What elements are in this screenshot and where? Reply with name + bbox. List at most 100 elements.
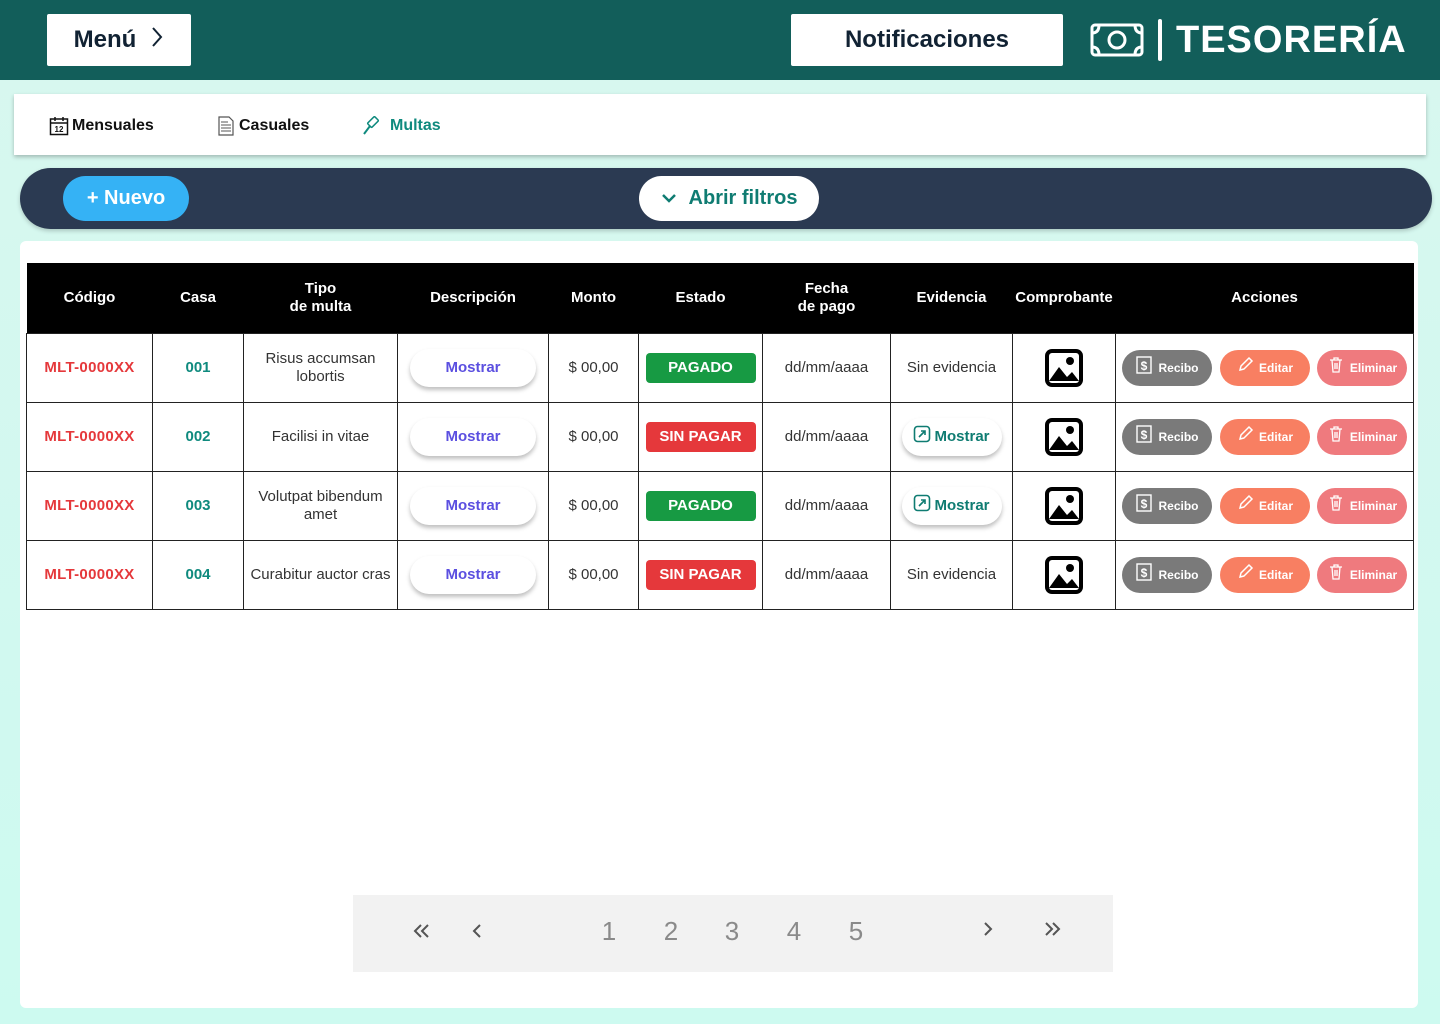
header-fecha[interactable]: Fecha de pago <box>762 263 891 333</box>
delete-button[interactable]: Eliminar <box>1317 418 1407 455</box>
image-icon[interactable] <box>1044 555 1084 594</box>
cell-tipo: Facilisi in vitae <box>243 401 398 472</box>
receipt-icon: $ <box>1135 356 1153 379</box>
edit-button[interactable]: Editar <box>1219 487 1310 524</box>
pagination: 1 2 3 4 5 <box>353 895 1113 972</box>
cell-descripcion: Mostrar <box>397 401 549 472</box>
edit-button[interactable]: Editar <box>1219 349 1310 386</box>
cell-acciones: $ Recibo Editar Eliminar <box>1115 539 1414 610</box>
delete-button[interactable]: Eliminar <box>1317 349 1407 386</box>
status-badge: PAGADO <box>645 490 756 521</box>
fine-type: Risus accumsan lobortis <box>265 349 376 385</box>
description-show-button[interactable]: Mostrar <box>410 486 536 525</box>
receipt-button[interactable]: $ Recibo <box>1122 556 1212 593</box>
tab-mensuales[interactable]: 12 Mensuales <box>49 114 154 138</box>
page-4-button[interactable]: 4 <box>776 913 812 949</box>
open-filters-button[interactable]: Abrir filtros <box>639 176 819 221</box>
amount: $ 00,00 <box>568 427 619 445</box>
house-number: 002 <box>185 427 211 445</box>
evidence-empty-text: Sin evidencia <box>906 358 997 376</box>
double-chevron-right-icon <box>1042 916 1064 947</box>
fine-code: MLT-0000XX <box>44 358 135 376</box>
cell-acciones: $ Recibo Editar Eliminar <box>1115 470 1414 541</box>
evidence-show-button[interactable]: Mostrar <box>901 486 1002 525</box>
cell-descripcion: Mostrar <box>397 470 549 541</box>
header-descripcion[interactable]: Descripción <box>397 263 549 333</box>
table-row: MLT-0000XX 004 Curabitur auctor cras Mos… <box>26 539 1414 610</box>
header-comprobante[interactable]: Comprobante <box>1012 263 1116 333</box>
status-badge: SIN PAGAR <box>645 421 756 452</box>
prev-page-button[interactable] <box>459 915 495 951</box>
page-5-button[interactable]: 5 <box>838 913 874 949</box>
page-1-button[interactable]: 1 <box>591 913 627 949</box>
tab-multas[interactable]: Multas <box>362 114 441 138</box>
cell-tipo: Volutpat bibendum amet <box>243 470 398 541</box>
top-bar: Menú Notificaciones TESORERÍA <box>0 0 1440 80</box>
edit-label: Editar <box>1258 360 1293 375</box>
header-evidencia[interactable]: Evidencia <box>890 263 1013 333</box>
evidence-show-button[interactable]: Mostrar <box>901 417 1002 456</box>
notifications-button[interactable]: Notificaciones <box>791 14 1063 66</box>
last-page-button[interactable] <box>1035 913 1071 949</box>
delete-button[interactable]: Eliminar <box>1317 487 1407 524</box>
header-tipo[interactable]: Tipo de multa <box>243 263 398 333</box>
svg-text:$: $ <box>1141 359 1148 373</box>
description-show-button[interactable]: Mostrar <box>410 555 536 594</box>
row-actions: $ Recibo Editar Eliminar <box>1118 349 1411 386</box>
new-button[interactable]: + Nuevo <box>63 176 189 221</box>
page-3-button[interactable]: 3 <box>714 913 750 949</box>
header-fecha-line1: Fecha <box>804 279 849 297</box>
page-2-button[interactable]: 2 <box>653 913 689 949</box>
receipt-button[interactable]: $ Recibo <box>1122 349 1212 386</box>
delete-label: Eliminar <box>1349 498 1398 513</box>
image-icon[interactable] <box>1044 486 1084 525</box>
cell-monto: $ 00,00 <box>548 470 639 541</box>
image-icon[interactable] <box>1044 417 1084 456</box>
action-bar: + Nuevo Abrir filtros <box>20 168 1432 229</box>
cell-codigo: MLT-0000XX <box>26 401 153 472</box>
cell-comprobante <box>1012 332 1116 403</box>
first-page-button[interactable] <box>403 915 439 951</box>
description-show-button[interactable]: Mostrar <box>410 417 536 456</box>
header-codigo[interactable]: Código <box>26 263 153 333</box>
receipt-button[interactable]: $ Recibo <box>1122 487 1212 524</box>
menu-button[interactable]: Menú <box>47 14 191 66</box>
calendar-icon: 12 <box>49 116 69 136</box>
header-monto[interactable]: Monto <box>548 263 639 333</box>
delete-button[interactable]: Eliminar <box>1317 556 1407 593</box>
header-casa[interactable]: Casa <box>152 263 244 333</box>
cell-evidencia: Mostrar <box>890 470 1013 541</box>
table-row: MLT-0000XX 003 Volutpat bibendum amet Mo… <box>26 470 1414 541</box>
next-page-button[interactable] <box>970 913 1006 949</box>
cell-codigo: MLT-0000XX <box>26 539 153 610</box>
edit-button[interactable]: Editar <box>1219 418 1310 455</box>
chevron-down-icon <box>661 187 677 210</box>
cell-fecha: dd/mm/aaaa <box>762 470 891 541</box>
image-icon[interactable] <box>1044 348 1084 387</box>
receipt-label: Recibo <box>1158 567 1199 582</box>
status-badge: SIN PAGAR <box>645 559 756 590</box>
receipt-button[interactable]: $ Recibo <box>1122 418 1212 455</box>
delete-label: Eliminar <box>1349 429 1398 444</box>
tab-casuales[interactable]: Casuales <box>216 114 309 138</box>
chevron-right-icon <box>977 916 999 947</box>
receipt-icon: $ <box>1135 563 1153 586</box>
house-number: 001 <box>185 358 211 376</box>
edit-label: Editar <box>1258 429 1293 444</box>
fine-code: MLT-0000XX <box>44 565 135 583</box>
edit-button[interactable]: Editar <box>1219 556 1310 593</box>
brand-separator <box>1158 19 1162 61</box>
amount: $ 00,00 <box>568 496 619 514</box>
fine-type: Curabitur auctor cras <box>250 565 391 583</box>
external-link-icon <box>913 425 931 448</box>
receipt-icon: $ <box>1135 494 1153 517</box>
header-estado[interactable]: Estado <box>638 263 763 333</box>
brand-title: TESORERÍA <box>1176 18 1407 61</box>
status-badge: PAGADO <box>645 352 756 383</box>
header-fecha-line2: de pago <box>797 297 856 315</box>
cell-monto: $ 00,00 <box>548 401 639 472</box>
money-icon <box>1090 22 1144 58</box>
description-show-button[interactable]: Mostrar <box>410 348 536 387</box>
cell-evidencia: Mostrar <box>890 401 1013 472</box>
edit-label: Editar <box>1258 498 1293 513</box>
